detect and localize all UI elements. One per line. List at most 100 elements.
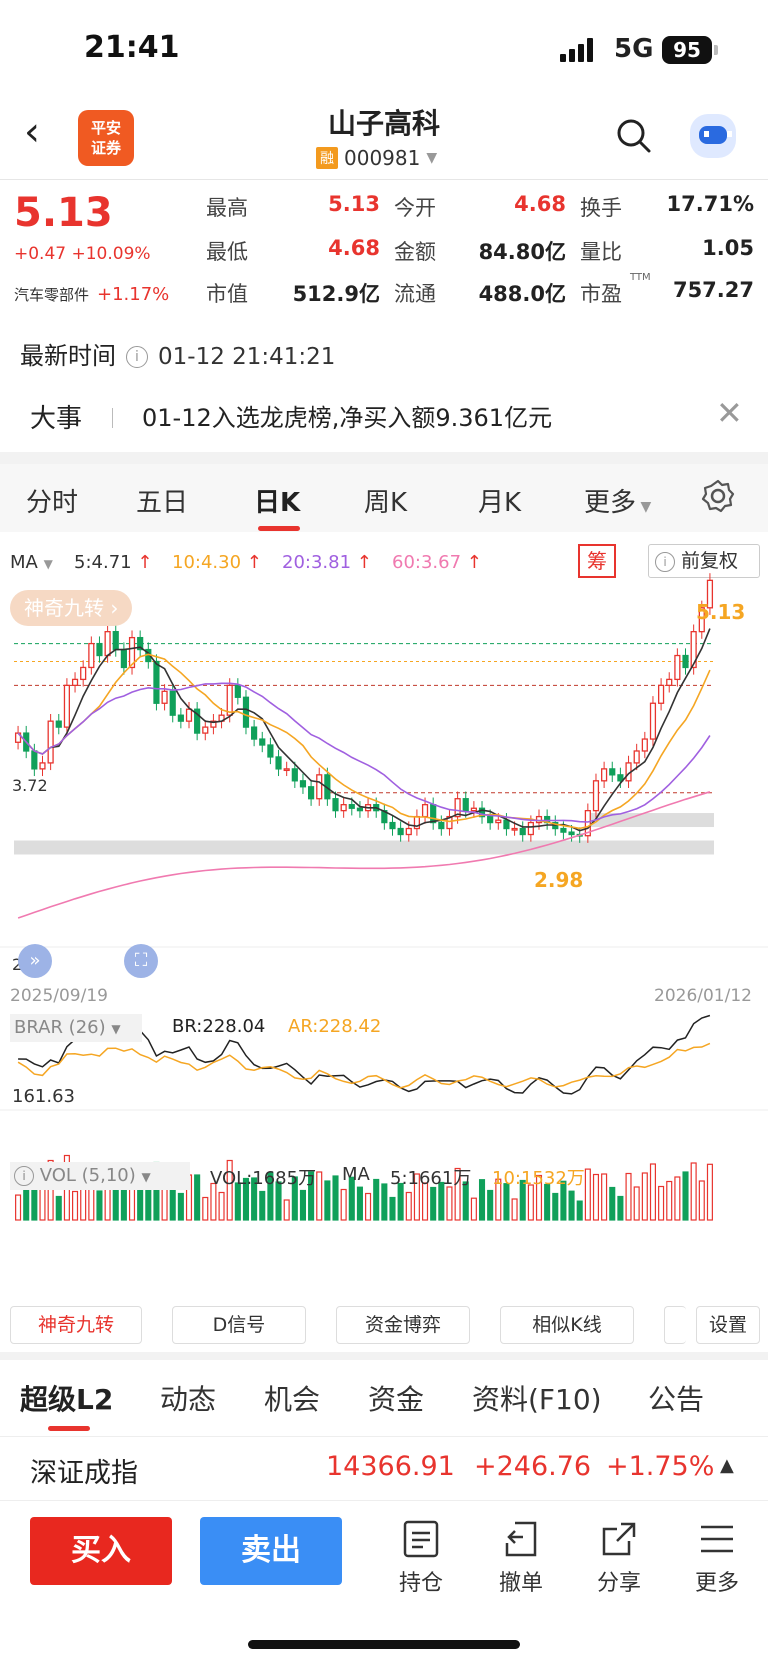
- gear-icon[interactable]: [700, 478, 736, 514]
- candle-body: [177, 714, 184, 722]
- candle-body: [316, 774, 323, 800]
- candle-body: [120, 648, 127, 669]
- more-button[interactable]: 更多: [682, 1519, 752, 1597]
- volume-bar: [552, 1192, 559, 1221]
- section-gap: [0, 1352, 768, 1360]
- tab-monthly-k[interactable]: 月K: [478, 482, 521, 519]
- date-start: 2025/09/19: [10, 986, 108, 1006]
- tab-weekly-k[interactable]: 周K: [364, 482, 407, 519]
- vol-ma10: 10:1532万: [492, 1168, 585, 1189]
- stock-code-selector[interactable]: 融 000981 ▼: [316, 146, 437, 170]
- active-tab-indicator: [48, 1426, 90, 1431]
- fullscreen-icon[interactable]: ⛶: [124, 944, 158, 978]
- candle-body: [617, 774, 624, 782]
- candle-body: [71, 678, 79, 687]
- nine-turn-button[interactable]: 神奇九转: [10, 1306, 142, 1344]
- cancel-order-button[interactable]: 撤单: [486, 1519, 556, 1597]
- volume-bar: [568, 1190, 575, 1221]
- assistant-robot-icon[interactable]: [690, 114, 736, 158]
- share-button[interactable]: 分享: [584, 1519, 654, 1597]
- volume-bar: [658, 1185, 665, 1221]
- brar-name: BRAR (26): [14, 1017, 106, 1038]
- caret-down-icon: ▼: [141, 1170, 151, 1184]
- candle-body: [275, 756, 282, 770]
- tab-daily-k[interactable]: 日K: [254, 482, 300, 519]
- nine-turn-badge[interactable]: 神奇九转 ›: [10, 590, 133, 626]
- ar-value: AR:228.42: [288, 1016, 382, 1037]
- tab-intraday[interactable]: 分时: [26, 482, 78, 519]
- candle-body: [430, 804, 437, 824]
- close-icon[interactable]: ✕: [716, 394, 743, 432]
- sector-name: 汽车零部件: [14, 286, 90, 304]
- info-icon[interactable]: i: [126, 346, 148, 368]
- brar-axis-label: 161.63: [12, 1086, 75, 1107]
- event-label: 大事: [30, 404, 83, 434]
- volume-bar: [649, 1163, 656, 1221]
- volume-bar: [706, 1163, 713, 1221]
- sell-button[interactable]: 卖出: [200, 1517, 342, 1585]
- latest-time-row: 最新时间 i 01-12 21:41:21: [20, 336, 335, 371]
- volume-bar: [698, 1180, 705, 1221]
- fund-game-button[interactable]: 资金博弈: [336, 1306, 470, 1344]
- active-tab-indicator: [258, 526, 300, 531]
- volume-bar: [478, 1179, 486, 1221]
- vol-selector[interactable]: i VOL (5,10) ▼: [10, 1162, 190, 1190]
- tab-funds[interactable]: 资金: [368, 1378, 424, 1418]
- volume-bar: [259, 1190, 266, 1221]
- index-ticker[interactable]: 深证成指 14366.91 +246.76 +1.75% ▲: [0, 1436, 768, 1498]
- candle-body: [641, 738, 648, 752]
- stat-value: 1.05: [702, 236, 754, 260]
- stock-name[interactable]: 山子高科: [0, 102, 768, 142]
- volume-bar: [299, 1189, 306, 1221]
- holdings-button[interactable]: 持仓: [386, 1519, 456, 1597]
- candle-body: [31, 750, 38, 770]
- settings-button[interactable]: 设置: [696, 1306, 760, 1344]
- nine-turn-label: 神奇九转: [24, 596, 104, 620]
- candle-body: [153, 660, 160, 704]
- sector-info[interactable]: 汽车零部件 +1.17%: [14, 284, 169, 305]
- candle-body: [438, 821, 445, 830]
- candle-body: [462, 798, 469, 812]
- candle-body: [487, 815, 494, 824]
- similar-k-button[interactable]: 相似K线: [500, 1306, 634, 1344]
- volume-bar: [405, 1191, 412, 1221]
- tab-five-day[interactable]: 五日: [136, 482, 188, 519]
- tab-announcements[interactable]: 公告: [648, 1378, 704, 1418]
- tab-f10[interactable]: 资料(F10): [472, 1378, 602, 1418]
- volume-bar: [194, 1174, 201, 1221]
- event-banner[interactable]: 大事 01-12入选龙虎榜,净买入额9.361亿元 ✕: [0, 380, 768, 452]
- candle-body: [234, 684, 241, 698]
- candle-body: [674, 654, 681, 681]
- search-icon[interactable]: [616, 118, 652, 154]
- vol-value: VOL:1685万: [210, 1168, 317, 1189]
- stat-label: 今开: [394, 196, 436, 220]
- expand-up-icon[interactable]: ▲: [720, 1455, 734, 1476]
- stat-value: 4.68: [328, 236, 380, 260]
- volume-bar: [96, 1190, 103, 1221]
- more-tools-button[interactable]: [664, 1306, 686, 1344]
- sector-change: +1.17%: [97, 284, 170, 305]
- tab-news[interactable]: 动态: [160, 1378, 216, 1418]
- volume-bar: [592, 1173, 600, 1221]
- candle-body: [226, 684, 233, 716]
- candle-body: [495, 819, 502, 824]
- candle-body: [242, 696, 250, 728]
- volume-bar: [202, 1196, 209, 1221]
- scroll-left-icon[interactable]: »: [18, 944, 52, 978]
- stat-label: 最高: [206, 196, 248, 220]
- candle-body: [682, 654, 689, 669]
- price-axis-label: 3.72: [12, 776, 48, 795]
- d-signal-button[interactable]: D信号: [172, 1306, 306, 1344]
- candle-body: [658, 684, 665, 704]
- tab-super-l2[interactable]: 超级L2: [20, 1378, 113, 1418]
- candle-body: [633, 750, 640, 764]
- stat-value: 5.13: [328, 192, 380, 216]
- candle-body: [332, 798, 339, 812]
- volume-bar: [381, 1183, 388, 1221]
- tab-more[interactable]: 更多 ▼: [584, 482, 651, 519]
- more-label: 更多: [694, 1571, 739, 1596]
- candle-body: [88, 642, 95, 669]
- brar-selector[interactable]: BRAR (26) ▼: [10, 1014, 142, 1042]
- buy-button[interactable]: 买入: [30, 1517, 172, 1585]
- tab-opportunity[interactable]: 机会: [264, 1378, 320, 1418]
